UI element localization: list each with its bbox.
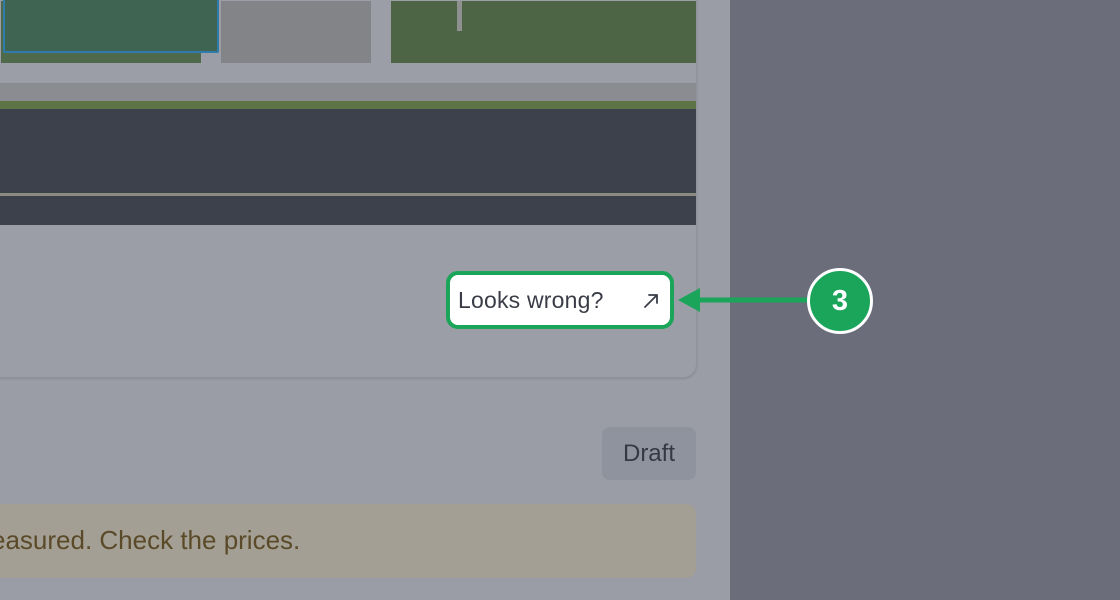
map-building-outline bbox=[3, 0, 219, 53]
price-notice-text: easured. Check the prices. bbox=[0, 525, 301, 555]
callout-arrow-icon bbox=[678, 288, 813, 312]
looks-wrong-link[interactable]: Looks wrong? bbox=[446, 271, 674, 329]
map-sidewalk bbox=[0, 83, 696, 101]
step-number-badge: 3 bbox=[807, 268, 873, 334]
aerial-map bbox=[0, 0, 696, 225]
map-road bbox=[0, 109, 696, 225]
map-grass-strip bbox=[0, 101, 696, 109]
map-lane-marking bbox=[0, 193, 696, 196]
map-post bbox=[457, 1, 462, 31]
draft-label: Draft bbox=[622, 439, 675, 467]
map-lawn bbox=[391, 1, 696, 63]
map-driveway bbox=[221, 1, 371, 63]
looks-wrong-label: Looks wrong? bbox=[458, 286, 604, 313]
draft-status-badge: Draft bbox=[602, 427, 696, 480]
step-number: 3 bbox=[831, 284, 849, 317]
external-arrow-icon bbox=[644, 294, 658, 308]
